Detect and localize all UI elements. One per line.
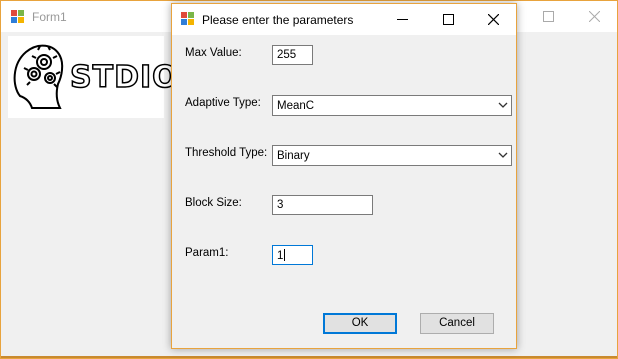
cancel-button[interactable]: Cancel (420, 313, 494, 334)
block-size-text: 3 (277, 199, 284, 211)
main-close-button[interactable] (572, 1, 618, 32)
close-icon (589, 11, 600, 22)
main-maximize-button[interactable] (526, 1, 572, 32)
main-window-title: Form1 (32, 10, 67, 24)
block-size-label: Block Size: (185, 197, 242, 209)
app-icon (181, 12, 195, 29)
chevron-down-icon (498, 150, 508, 163)
dialog-close-button[interactable] (470, 4, 516, 35)
ok-button[interactable]: OK (323, 313, 397, 334)
maximize-icon (443, 14, 454, 25)
logo-text: STDIO (69, 59, 179, 96)
adaptive-type-value: MeanC (277, 100, 315, 112)
chevron-down-icon (498, 100, 508, 113)
maximize-icon (543, 11, 554, 22)
param1-text: 1 (277, 250, 284, 262)
adaptive-type-label: Adaptive Type: (185, 97, 261, 109)
logo-picturebox: STDIO (8, 36, 178, 118)
param1-input[interactable]: 1 (272, 245, 313, 265)
close-icon (488, 14, 499, 25)
max-value-label: Max Value: (185, 47, 242, 59)
dialog-titlebar[interactable]: Please enter the parameters (172, 4, 516, 35)
text-caret (284, 249, 286, 261)
threshold-type-value: Binary (277, 150, 310, 162)
minimize-icon (397, 19, 408, 20)
dialog-title: Please enter the parameters (202, 13, 354, 27)
parameters-dialog: Please enter the parameters Max Value: 2… (171, 3, 517, 349)
main-window-bottom-border (1, 356, 617, 358)
max-value-input[interactable]: 255 (272, 45, 313, 65)
max-value-text: 255 (277, 49, 297, 61)
app-icon (11, 10, 25, 27)
adaptive-type-dropdown[interactable]: MeanC (272, 95, 512, 116)
param1-label: Param1: (185, 247, 229, 259)
threshold-type-dropdown[interactable]: Binary (272, 145, 512, 166)
dialog-minimize-button[interactable] (379, 4, 425, 35)
dialog-maximize-button[interactable] (425, 4, 471, 35)
block-size-input[interactable]: 3 (272, 195, 373, 215)
threshold-type-label: Threshold Type: (185, 147, 268, 159)
